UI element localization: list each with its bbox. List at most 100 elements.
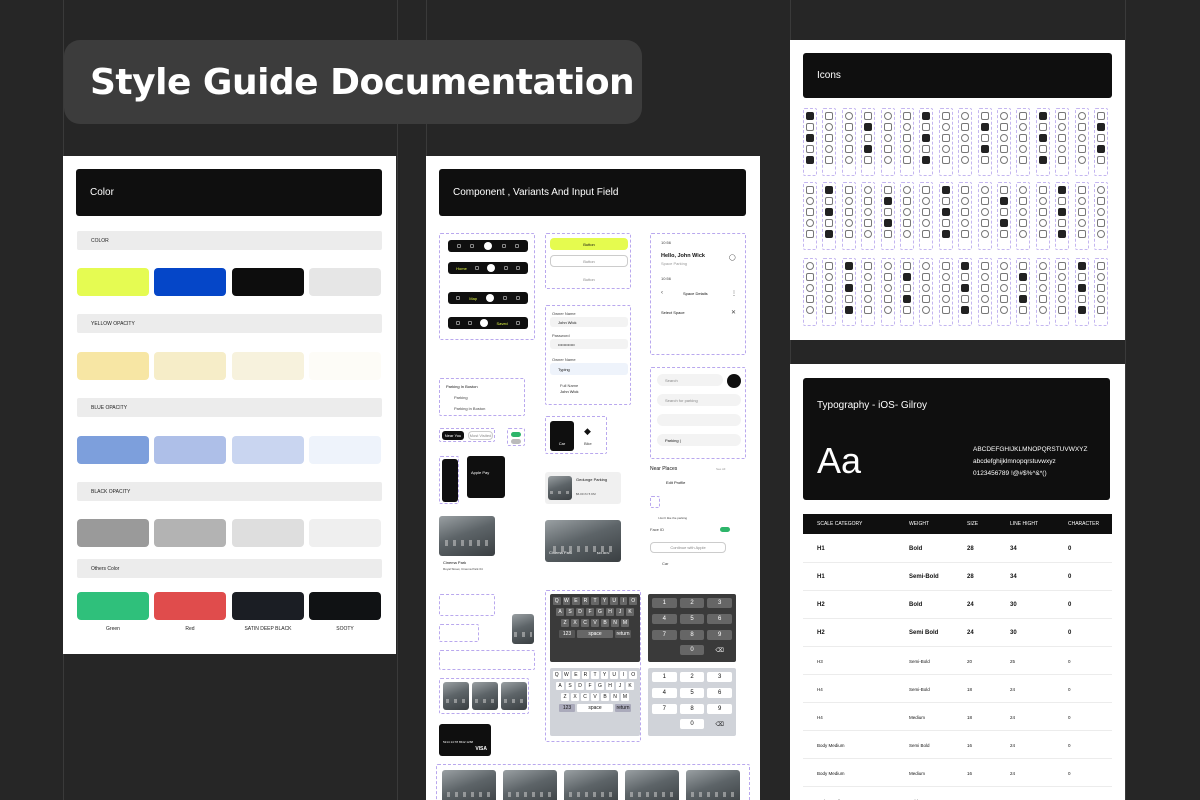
bell-icon[interactable]: ◯ xyxy=(729,254,736,261)
library-icon[interactable] xyxy=(825,208,834,216)
library-icon[interactable] xyxy=(1097,123,1105,131)
library-icon[interactable] xyxy=(1019,273,1028,281)
library-icon[interactable] xyxy=(980,197,989,205)
library-icon[interactable] xyxy=(883,186,892,194)
color-swatch[interactable] xyxy=(154,352,226,380)
library-icon[interactable] xyxy=(1038,112,1047,120)
library-icon[interactable] xyxy=(980,112,989,120)
library-icon[interactable] xyxy=(844,295,853,303)
library-icon[interactable] xyxy=(806,295,814,303)
color-swatch[interactable] xyxy=(232,592,304,620)
color-swatch[interactable] xyxy=(232,268,304,296)
library-icon[interactable] xyxy=(1097,145,1105,153)
search-input[interactable]: Parking | xyxy=(657,434,741,446)
library-icon[interactable] xyxy=(883,197,892,205)
library-icon[interactable] xyxy=(961,273,970,281)
library-icon[interactable] xyxy=(883,134,892,142)
bottom-nav[interactable]: Map xyxy=(448,292,528,304)
library-icon[interactable] xyxy=(1077,208,1086,216)
color-swatch[interactable] xyxy=(77,519,149,547)
keyboard-light[interactable]: QWERTYUIO ASDFGHJK ZXCVBNM 123 space retur… xyxy=(550,668,640,736)
library-icon[interactable] xyxy=(922,112,931,120)
library-icon[interactable] xyxy=(864,273,873,281)
library-icon[interactable] xyxy=(980,145,989,153)
library-icon[interactable] xyxy=(1019,219,1028,227)
library-icon[interactable] xyxy=(1097,273,1105,281)
library-icon[interactable] xyxy=(844,123,853,131)
library-icon[interactable] xyxy=(883,123,892,131)
library-icon[interactable] xyxy=(864,230,873,238)
color-swatch[interactable] xyxy=(309,436,381,464)
chip-near-you[interactable]: Near You xyxy=(442,431,464,440)
toggle-switch[interactable] xyxy=(511,432,521,437)
library-icon[interactable] xyxy=(1097,306,1105,314)
library-icon[interactable] xyxy=(825,123,834,131)
library-icon[interactable] xyxy=(806,230,814,238)
library-icon[interactable] xyxy=(922,197,931,205)
library-icon[interactable] xyxy=(1000,145,1008,153)
filter-button[interactable] xyxy=(727,374,741,388)
library-icon[interactable] xyxy=(1058,219,1067,227)
library-icon[interactable] xyxy=(825,306,834,314)
library-icon[interactable] xyxy=(1038,156,1047,164)
library-icon[interactable] xyxy=(864,186,873,194)
library-icon[interactable] xyxy=(1000,262,1008,270)
edit-profile-row[interactable]: Edit Profile xyxy=(650,476,728,488)
library-icon[interactable] xyxy=(1058,208,1067,216)
color-swatch[interactable] xyxy=(309,592,381,620)
library-icon[interactable] xyxy=(825,284,834,292)
library-icon[interactable] xyxy=(806,112,814,120)
library-icon[interactable] xyxy=(1097,134,1105,142)
library-icon[interactable] xyxy=(903,273,911,281)
library-icon[interactable] xyxy=(903,123,911,131)
library-icon[interactable] xyxy=(1000,186,1008,194)
numpad-light[interactable]: 123 456 789 0 ⌫ xyxy=(648,668,736,736)
owner-field[interactable]: John Wick xyxy=(550,317,628,327)
library-icon[interactable] xyxy=(941,134,950,142)
library-icon[interactable] xyxy=(1077,145,1086,153)
library-icon[interactable] xyxy=(883,262,892,270)
library-icon[interactable] xyxy=(980,230,989,238)
library-icon[interactable] xyxy=(1097,186,1105,194)
library-icon[interactable] xyxy=(1038,186,1047,194)
library-icon[interactable] xyxy=(806,186,814,194)
library-icon[interactable] xyxy=(980,219,989,227)
parking-item[interactable]: Parking xyxy=(454,395,468,400)
library-icon[interactable] xyxy=(980,186,989,194)
library-icon[interactable] xyxy=(1019,145,1028,153)
library-icon[interactable] xyxy=(825,145,834,153)
library-icon[interactable] xyxy=(806,145,814,153)
library-icon[interactable] xyxy=(1019,284,1028,292)
library-icon[interactable] xyxy=(883,219,892,227)
library-icon[interactable] xyxy=(961,123,970,131)
library-icon[interactable] xyxy=(1077,134,1086,142)
library-icon[interactable] xyxy=(1058,134,1067,142)
more-icon[interactable]: ⋮ xyxy=(731,290,737,297)
bottom-nav[interactable] xyxy=(448,240,528,252)
library-icon[interactable] xyxy=(1058,273,1067,281)
library-icon[interactable] xyxy=(961,197,970,205)
library-icon[interactable] xyxy=(806,306,814,314)
library-icon[interactable] xyxy=(903,145,911,153)
library-icon[interactable] xyxy=(864,197,873,205)
library-icon[interactable] xyxy=(961,295,970,303)
library-icon[interactable] xyxy=(864,306,873,314)
library-icon[interactable] xyxy=(883,273,892,281)
library-icon[interactable] xyxy=(1097,284,1105,292)
library-icon[interactable] xyxy=(1097,230,1105,238)
library-icon[interactable] xyxy=(1038,306,1047,314)
library-icon[interactable] xyxy=(825,112,834,120)
library-icon[interactable] xyxy=(1097,295,1105,303)
library-icon[interactable] xyxy=(844,208,853,216)
library-icon[interactable] xyxy=(961,145,970,153)
library-icon[interactable] xyxy=(980,295,989,303)
library-icon[interactable] xyxy=(1058,284,1067,292)
library-icon[interactable] xyxy=(883,112,892,120)
library-icon[interactable] xyxy=(980,284,989,292)
library-icon[interactable] xyxy=(825,273,834,281)
library-icon[interactable] xyxy=(961,208,970,216)
library-icon[interactable] xyxy=(903,197,911,205)
library-icon[interactable] xyxy=(1077,306,1086,314)
library-icon[interactable] xyxy=(1038,262,1047,270)
library-icon[interactable] xyxy=(980,262,989,270)
